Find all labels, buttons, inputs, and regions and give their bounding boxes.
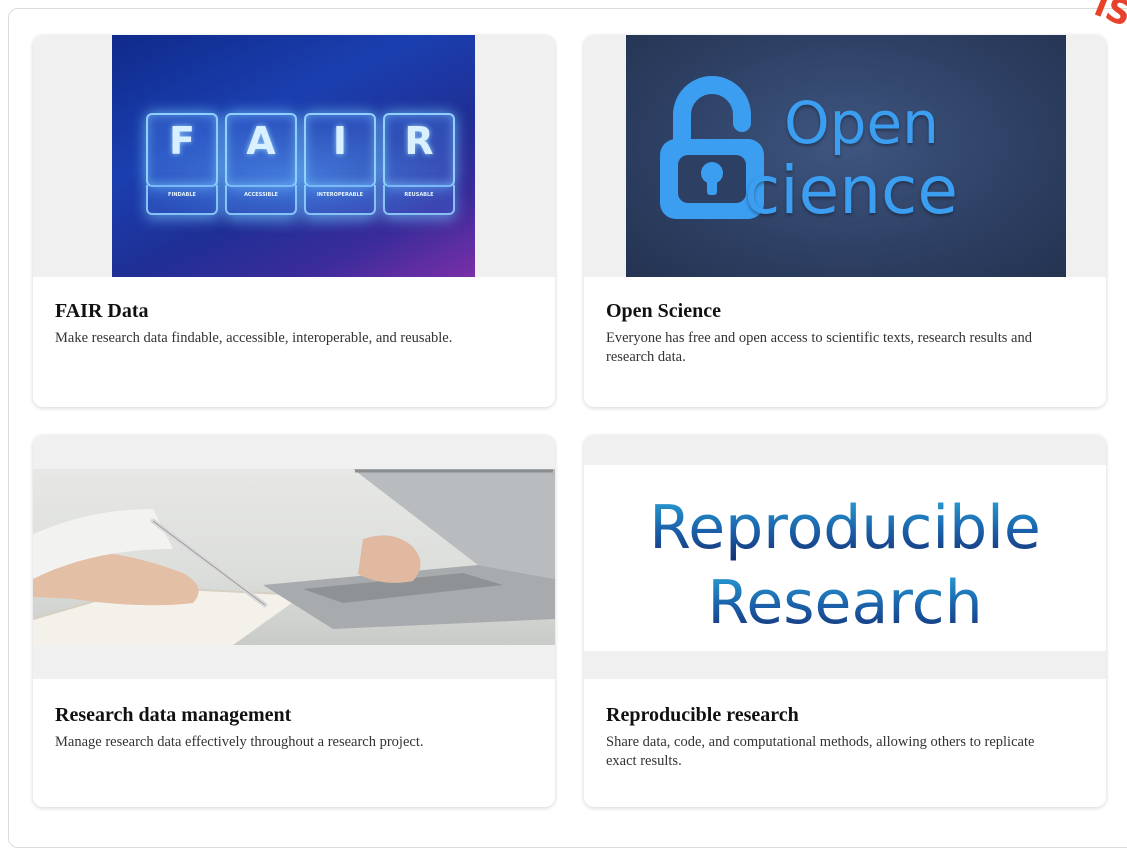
- cube-f: F: [146, 113, 218, 187]
- card-title[interactable]: Reproducible research: [606, 703, 1084, 727]
- card-open-science[interactable]: Open cience Open Science Everyone has fr…: [584, 35, 1106, 407]
- cube-i: I: [304, 113, 376, 187]
- card-research-data-management[interactable]: Research data management Manage research…: [33, 435, 555, 807]
- open-science-word-open: Open: [784, 89, 939, 157]
- card-reproducible-research[interactable]: Reproducible Research Reproducible resea…: [584, 435, 1106, 807]
- card-description: Manage research data effectively through…: [55, 734, 424, 750]
- card-description: Make research data findable, accessible,…: [55, 330, 453, 346]
- research-data-management-image: [33, 435, 555, 679]
- cube-a: A: [225, 113, 297, 187]
- fair-cubes-illustration: F FINDABLE A ACCESSIBLE I INTEROPERABLE …: [112, 35, 475, 277]
- card-title[interactable]: FAIR Data: [55, 299, 533, 323]
- card-fair-data[interactable]: F FINDABLE A ACCESSIBLE I INTEROPERABLE …: [33, 35, 555, 407]
- fair-data-image: F FINDABLE A ACCESSIBLE I INTEROPERABLE …: [33, 35, 555, 277]
- cube-r: R: [383, 113, 455, 187]
- reproducible-word: Reproducible: [584, 495, 1106, 561]
- laptop-writing-photo: [33, 469, 555, 645]
- open-science-illustration: Open cience: [626, 35, 1066, 277]
- card-description: Everyone has free and open access to sci…: [606, 330, 1032, 365]
- reproducible-research-image: Reproducible Research: [584, 435, 1106, 679]
- card-title[interactable]: Open Science: [606, 299, 1084, 323]
- open-science-word-cience: cience: [744, 152, 958, 229]
- card-title[interactable]: Research data management: [55, 703, 533, 727]
- reproducible-research-illustration: Reproducible Research: [584, 465, 1106, 651]
- research-word: Research: [584, 570, 1106, 636]
- open-science-image: Open cience: [584, 35, 1106, 277]
- card-description: Share data, code, and computational meth…: [606, 734, 1035, 769]
